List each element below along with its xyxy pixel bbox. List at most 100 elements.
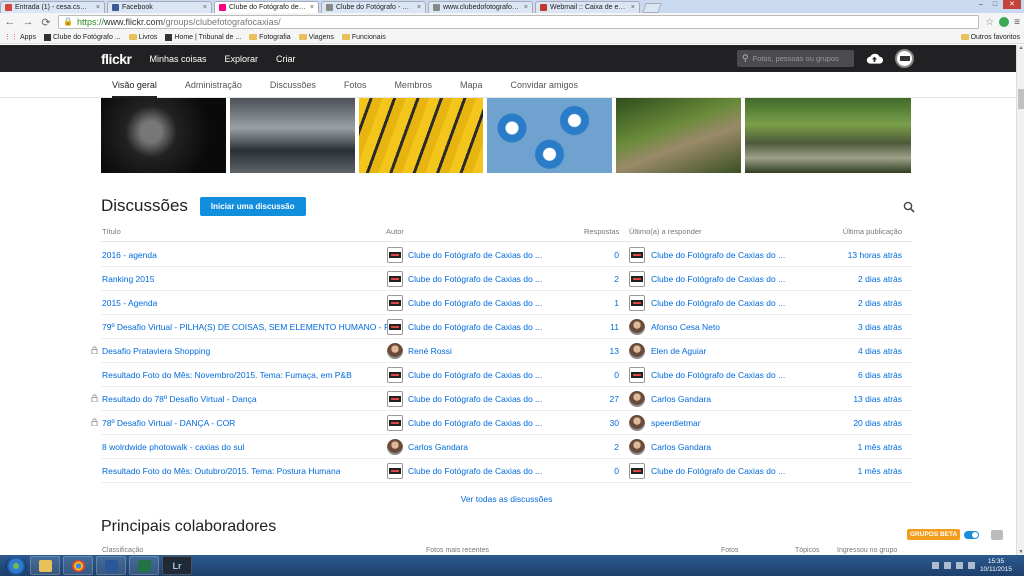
last-reply-link[interactable]: Carlos Gandara (651, 394, 711, 404)
discussion-title-link[interactable]: Desafio Prataviera Shopping (102, 346, 210, 356)
view-all-discussions-link[interactable]: Ver todas as discussões (101, 494, 912, 504)
col-author[interactable]: Autor (386, 227, 404, 236)
author-avatar[interactable] (387, 439, 403, 455)
last-post-date[interactable]: 1 mês atrás (858, 466, 902, 476)
reply-count[interactable]: 0 (606, 370, 619, 380)
tray-icon[interactable] (931, 562, 939, 569)
last-post-date[interactable]: 20 dias atrás (853, 418, 902, 428)
browser-tab[interactable]: Clube do Fotógrafo de Ca... × (214, 1, 319, 13)
chrome-menu-icon[interactable]: ≡ (1014, 17, 1020, 28)
last-reply-avatar[interactable] (629, 463, 645, 479)
col-last-reply[interactable]: Último(a) a responder (629, 227, 702, 236)
reply-count[interactable]: 0 (606, 250, 619, 260)
start-discussion-button[interactable]: Iniciar uma discussão (199, 196, 306, 216)
author-link[interactable]: Clube do Fotógrafo de Caxias do ... (408, 322, 542, 332)
last-reply-avatar[interactable] (629, 295, 645, 311)
last-reply-avatar[interactable] (629, 367, 645, 383)
last-reply-link[interactable]: Clube do Fotógrafo de Caxias do ... (651, 466, 785, 476)
group-photo[interactable] (101, 98, 226, 173)
group-photo[interactable] (745, 98, 911, 173)
search-icon[interactable] (903, 201, 915, 213)
nav-my-stuff[interactable]: Minhas coisas (149, 54, 206, 64)
extension-icon[interactable] (999, 17, 1010, 27)
author-avatar[interactable] (387, 319, 403, 335)
author-avatar[interactable] (387, 247, 403, 263)
col-last-post[interactable]: Última publicação (843, 227, 902, 236)
scroll-up-icon[interactable]: ▲ (1017, 45, 1024, 51)
author-link[interactable]: Clube do Fotógrafo de Caxias do ... (408, 370, 542, 380)
subnav-tab[interactable]: Administração (185, 72, 242, 98)
last-post-date[interactable]: 3 dias atrás (858, 322, 902, 332)
maximize-button[interactable]: □ (989, 0, 1001, 9)
scroll-thumb[interactable] (1018, 89, 1024, 109)
discussion-title-link[interactable]: Resultado Foto do Mês: Novembro/2015. Te… (102, 370, 352, 380)
beta-toggle[interactable] (964, 530, 980, 539)
bookmark-item[interactable]: Home | Tribunal de ... (165, 33, 241, 41)
bookmark-item[interactable]: Livros (128, 34, 157, 41)
subnav-tab[interactable]: Mapa (460, 72, 483, 98)
browser-tab[interactable]: Webmail :: Caixa de entra... × (535, 1, 640, 13)
bookmark-star-icon[interactable]: ☆ (985, 17, 994, 28)
tab-close-icon[interactable]: × (417, 2, 421, 13)
reply-count[interactable]: 13 (606, 346, 619, 356)
last-reply-link[interactable]: Afonso Cesa Neto (651, 322, 720, 332)
author-avatar[interactable] (387, 463, 403, 479)
forward-icon[interactable]: → (22, 16, 34, 28)
author-link[interactable]: Clube do Fotógrafo de Caxias do ... (408, 274, 542, 284)
group-photo[interactable] (230, 98, 355, 173)
last-reply-link[interactable]: speerdietmar (651, 418, 701, 428)
last-reply-avatar[interactable] (629, 415, 645, 431)
clock[interactable]: 15:35 10/11/2015 (980, 558, 1012, 574)
author-link[interactable]: Clube do Fotógrafo de Caxias do ... (408, 466, 542, 476)
last-post-date[interactable]: 1 mês atrás (858, 442, 902, 452)
author-link[interactable]: Clube do Fotógrafo de Caxias do ... (408, 418, 542, 428)
col-replies[interactable]: Respostas (584, 227, 619, 236)
last-reply-link[interactable]: Clube do Fotógrafo de Caxias do ... (651, 370, 785, 380)
author-avatar[interactable] (387, 295, 403, 311)
author-link[interactable]: Clube do Fotógrafo de Caxias do ... (408, 394, 542, 404)
bookmark-item[interactable]: Funcionais (341, 34, 386, 41)
group-photo[interactable] (359, 98, 483, 173)
reply-count[interactable]: 2 (606, 442, 619, 452)
new-tab-button[interactable] (642, 3, 662, 13)
subnav-tab[interactable]: Discussões (270, 72, 316, 98)
discussion-title-link[interactable]: 2015 - Agenda (102, 298, 157, 308)
discussion-title-link[interactable]: 78º Desafio Virtual - DANÇA - COR (102, 418, 235, 428)
bookmark-item[interactable]: Fotografia (249, 34, 291, 41)
browser-tab[interactable]: Facebook × (107, 1, 212, 13)
page-scrollbar[interactable]: ▲ ▼ (1016, 45, 1024, 555)
tab-close-icon[interactable]: × (96, 2, 100, 13)
tab-close-icon[interactable]: × (203, 2, 207, 13)
last-reply-avatar[interactable] (629, 439, 645, 455)
discussion-title-link[interactable]: 79º Desafio Virtual - PILHA(S) DE COISAS… (102, 322, 387, 332)
nav-create[interactable]: Criar (276, 54, 296, 64)
taskbar-excel[interactable] (129, 556, 159, 575)
url-input[interactable]: 🔒 https://www.flickr.com/groups/clubefot… (58, 15, 980, 29)
back-icon[interactable]: ← (4, 16, 16, 28)
bookmark-item[interactable]: Viagens (298, 34, 334, 41)
author-avatar[interactable] (387, 415, 403, 431)
group-photo[interactable] (487, 98, 612, 173)
close-window-button[interactable]: ✕ (1003, 0, 1021, 9)
other-bookmarks[interactable]: Outros favoritos (960, 34, 1020, 41)
start-button[interactable] (5, 556, 27, 575)
browser-tab[interactable]: Clube do Fotógrafo - Nos... × (321, 1, 426, 13)
reply-count[interactable]: 11 (606, 322, 619, 332)
last-post-date[interactable]: 13 dias atrás (853, 394, 902, 404)
taskbar-lightroom[interactable]: Lr (162, 556, 192, 575)
last-post-date[interactable]: 13 horas atrás (848, 250, 902, 260)
discussion-title-link[interactable]: Ranking 2015 (102, 274, 154, 284)
reply-count[interactable]: 2 (606, 274, 619, 284)
flag-icon[interactable] (943, 562, 951, 569)
last-reply-avatar[interactable] (629, 391, 645, 407)
flickr-logo[interactable]: flickr (101, 51, 132, 67)
bookmark-item[interactable]: ⋮⋮ Apps (4, 33, 36, 42)
bookmark-item[interactable]: Clube do Fotógrafo ... (43, 33, 121, 41)
last-post-date[interactable]: 2 dias atrás (858, 274, 902, 284)
reply-count[interactable]: 0 (606, 466, 619, 476)
reply-count[interactable]: 27 (606, 394, 619, 404)
last-reply-avatar[interactable] (629, 247, 645, 263)
tab-close-icon[interactable]: × (524, 2, 528, 13)
last-reply-avatar[interactable] (629, 271, 645, 287)
browser-tab[interactable]: Entrada (1) - cesa.cs@gm...× (0, 1, 105, 13)
